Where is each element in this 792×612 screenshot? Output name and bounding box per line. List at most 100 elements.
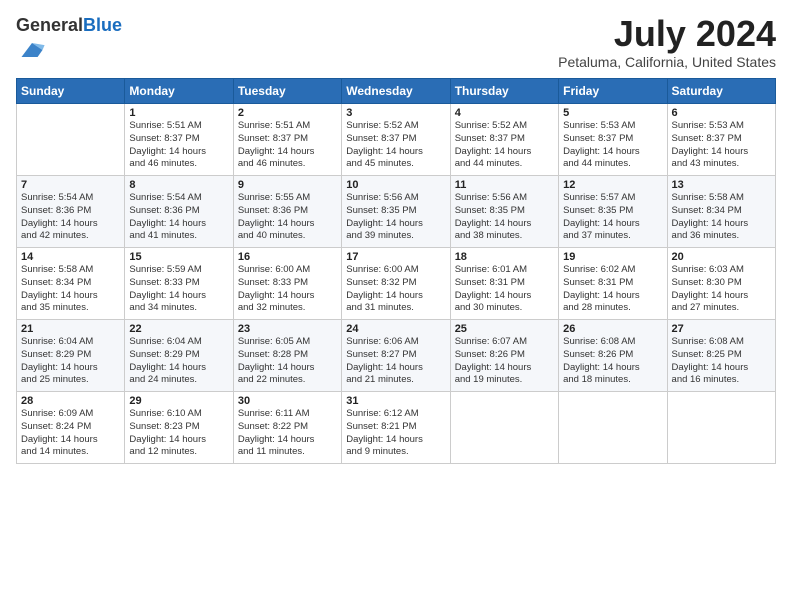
header-row: Sunday Monday Tuesday Wednesday Thursday… <box>17 79 776 104</box>
week-row-3: 14Sunrise: 5:58 AMSunset: 8:34 PMDayligh… <box>17 248 776 320</box>
col-saturday: Saturday <box>667 79 775 104</box>
week-row-5: 28Sunrise: 6:09 AMSunset: 8:24 PMDayligh… <box>17 392 776 464</box>
day-number: 13 <box>672 179 771 191</box>
day-number: 31 <box>346 395 445 407</box>
day-info: Sunrise: 6:05 AMSunset: 8:28 PMDaylight:… <box>238 336 337 387</box>
day-info: Sunrise: 6:09 AMSunset: 8:24 PMDaylight:… <box>21 408 120 459</box>
day-number: 17 <box>346 251 445 263</box>
day-number: 16 <box>238 251 337 263</box>
title-month-year: July 2024 <box>558 16 776 52</box>
day-number: 4 <box>455 107 554 119</box>
calendar-cell: 20Sunrise: 6:03 AMSunset: 8:30 PMDayligh… <box>667 248 775 320</box>
day-info: Sunrise: 6:06 AMSunset: 8:27 PMDaylight:… <box>346 336 445 387</box>
calendar-cell <box>559 392 667 464</box>
calendar-cell: 4Sunrise: 5:52 AMSunset: 8:37 PMDaylight… <box>450 104 558 176</box>
calendar-cell: 29Sunrise: 6:10 AMSunset: 8:23 PMDayligh… <box>125 392 233 464</box>
day-info: Sunrise: 5:53 AMSunset: 8:37 PMDaylight:… <box>672 120 771 171</box>
col-monday: Monday <box>125 79 233 104</box>
calendar-cell: 19Sunrise: 6:02 AMSunset: 8:31 PMDayligh… <box>559 248 667 320</box>
day-number: 2 <box>238 107 337 119</box>
week-row-2: 7Sunrise: 5:54 AMSunset: 8:36 PMDaylight… <box>17 176 776 248</box>
day-info: Sunrise: 6:08 AMSunset: 8:26 PMDaylight:… <box>563 336 662 387</box>
week-row-1: 1Sunrise: 5:51 AMSunset: 8:37 PMDaylight… <box>17 104 776 176</box>
calendar-cell: 14Sunrise: 5:58 AMSunset: 8:34 PMDayligh… <box>17 248 125 320</box>
week-row-4: 21Sunrise: 6:04 AMSunset: 8:29 PMDayligh… <box>17 320 776 392</box>
page: GeneralBlue July 2024 Petaluma, Californ… <box>0 0 792 612</box>
day-info: Sunrise: 5:57 AMSunset: 8:35 PMDaylight:… <box>563 192 662 243</box>
logo-blue: Blue <box>83 15 122 35</box>
calendar-cell: 15Sunrise: 5:59 AMSunset: 8:33 PMDayligh… <box>125 248 233 320</box>
day-info: Sunrise: 5:58 AMSunset: 8:34 PMDaylight:… <box>21 264 120 315</box>
day-info: Sunrise: 6:04 AMSunset: 8:29 PMDaylight:… <box>21 336 120 387</box>
day-number: 3 <box>346 107 445 119</box>
calendar-cell: 17Sunrise: 6:00 AMSunset: 8:32 PMDayligh… <box>342 248 450 320</box>
col-tuesday: Tuesday <box>233 79 341 104</box>
day-number: 21 <box>21 323 120 335</box>
day-number: 10 <box>346 179 445 191</box>
calendar-cell: 6Sunrise: 5:53 AMSunset: 8:37 PMDaylight… <box>667 104 775 176</box>
day-number: 30 <box>238 395 337 407</box>
day-number: 5 <box>563 107 662 119</box>
day-number: 20 <box>672 251 771 263</box>
calendar-cell: 27Sunrise: 6:08 AMSunset: 8:25 PMDayligh… <box>667 320 775 392</box>
day-info: Sunrise: 5:54 AMSunset: 8:36 PMDaylight:… <box>21 192 120 243</box>
day-number: 11 <box>455 179 554 191</box>
day-info: Sunrise: 6:07 AMSunset: 8:26 PMDaylight:… <box>455 336 554 387</box>
day-info: Sunrise: 5:51 AMSunset: 8:37 PMDaylight:… <box>238 120 337 171</box>
logo: GeneralBlue <box>16 16 122 69</box>
day-number: 15 <box>129 251 228 263</box>
day-info: Sunrise: 5:56 AMSunset: 8:35 PMDaylight:… <box>455 192 554 243</box>
logo-icon <box>18 36 46 64</box>
calendar-cell: 7Sunrise: 5:54 AMSunset: 8:36 PMDaylight… <box>17 176 125 248</box>
day-info: Sunrise: 6:11 AMSunset: 8:22 PMDaylight:… <box>238 408 337 459</box>
col-friday: Friday <box>559 79 667 104</box>
day-info: Sunrise: 5:51 AMSunset: 8:37 PMDaylight:… <box>129 120 228 171</box>
calendar-cell: 31Sunrise: 6:12 AMSunset: 8:21 PMDayligh… <box>342 392 450 464</box>
logo-general: General <box>16 15 83 35</box>
day-number: 25 <box>455 323 554 335</box>
col-wednesday: Wednesday <box>342 79 450 104</box>
title-block: July 2024 Petaluma, California, United S… <box>558 16 776 70</box>
day-number: 22 <box>129 323 228 335</box>
day-number: 1 <box>129 107 228 119</box>
day-info: Sunrise: 6:03 AMSunset: 8:30 PMDaylight:… <box>672 264 771 315</box>
day-info: Sunrise: 6:04 AMSunset: 8:29 PMDaylight:… <box>129 336 228 387</box>
calendar-cell: 30Sunrise: 6:11 AMSunset: 8:22 PMDayligh… <box>233 392 341 464</box>
calendar-cell: 22Sunrise: 6:04 AMSunset: 8:29 PMDayligh… <box>125 320 233 392</box>
day-info: Sunrise: 6:00 AMSunset: 8:33 PMDaylight:… <box>238 264 337 315</box>
calendar-cell: 28Sunrise: 6:09 AMSunset: 8:24 PMDayligh… <box>17 392 125 464</box>
calendar-table: Sunday Monday Tuesday Wednesday Thursday… <box>16 78 776 464</box>
calendar-cell: 18Sunrise: 6:01 AMSunset: 8:31 PMDayligh… <box>450 248 558 320</box>
calendar-cell <box>667 392 775 464</box>
col-thursday: Thursday <box>450 79 558 104</box>
title-location: Petaluma, California, United States <box>558 54 776 70</box>
calendar-cell: 24Sunrise: 6:06 AMSunset: 8:27 PMDayligh… <box>342 320 450 392</box>
day-number: 19 <box>563 251 662 263</box>
calendar-cell: 11Sunrise: 5:56 AMSunset: 8:35 PMDayligh… <box>450 176 558 248</box>
day-info: Sunrise: 5:54 AMSunset: 8:36 PMDaylight:… <box>129 192 228 243</box>
day-number: 24 <box>346 323 445 335</box>
day-number: 29 <box>129 395 228 407</box>
calendar-cell: 1Sunrise: 5:51 AMSunset: 8:37 PMDaylight… <box>125 104 233 176</box>
day-info: Sunrise: 6:02 AMSunset: 8:31 PMDaylight:… <box>563 264 662 315</box>
day-info: Sunrise: 6:01 AMSunset: 8:31 PMDaylight:… <box>455 264 554 315</box>
calendar-cell: 25Sunrise: 6:07 AMSunset: 8:26 PMDayligh… <box>450 320 558 392</box>
calendar-cell: 9Sunrise: 5:55 AMSunset: 8:36 PMDaylight… <box>233 176 341 248</box>
day-number: 9 <box>238 179 337 191</box>
day-number: 28 <box>21 395 120 407</box>
day-number: 18 <box>455 251 554 263</box>
day-info: Sunrise: 5:59 AMSunset: 8:33 PMDaylight:… <box>129 264 228 315</box>
day-info: Sunrise: 5:55 AMSunset: 8:36 PMDaylight:… <box>238 192 337 243</box>
calendar-cell: 5Sunrise: 5:53 AMSunset: 8:37 PMDaylight… <box>559 104 667 176</box>
day-info: Sunrise: 5:52 AMSunset: 8:37 PMDaylight:… <box>455 120 554 171</box>
day-number: 26 <box>563 323 662 335</box>
calendar-cell: 12Sunrise: 5:57 AMSunset: 8:35 PMDayligh… <box>559 176 667 248</box>
calendar-cell: 16Sunrise: 6:00 AMSunset: 8:33 PMDayligh… <box>233 248 341 320</box>
day-number: 7 <box>21 179 120 191</box>
calendar-cell: 21Sunrise: 6:04 AMSunset: 8:29 PMDayligh… <box>17 320 125 392</box>
day-info: Sunrise: 6:08 AMSunset: 8:25 PMDaylight:… <box>672 336 771 387</box>
logo-text: GeneralBlue <box>16 16 122 36</box>
day-number: 14 <box>21 251 120 263</box>
calendar-cell: 2Sunrise: 5:51 AMSunset: 8:37 PMDaylight… <box>233 104 341 176</box>
calendar-cell: 8Sunrise: 5:54 AMSunset: 8:36 PMDaylight… <box>125 176 233 248</box>
